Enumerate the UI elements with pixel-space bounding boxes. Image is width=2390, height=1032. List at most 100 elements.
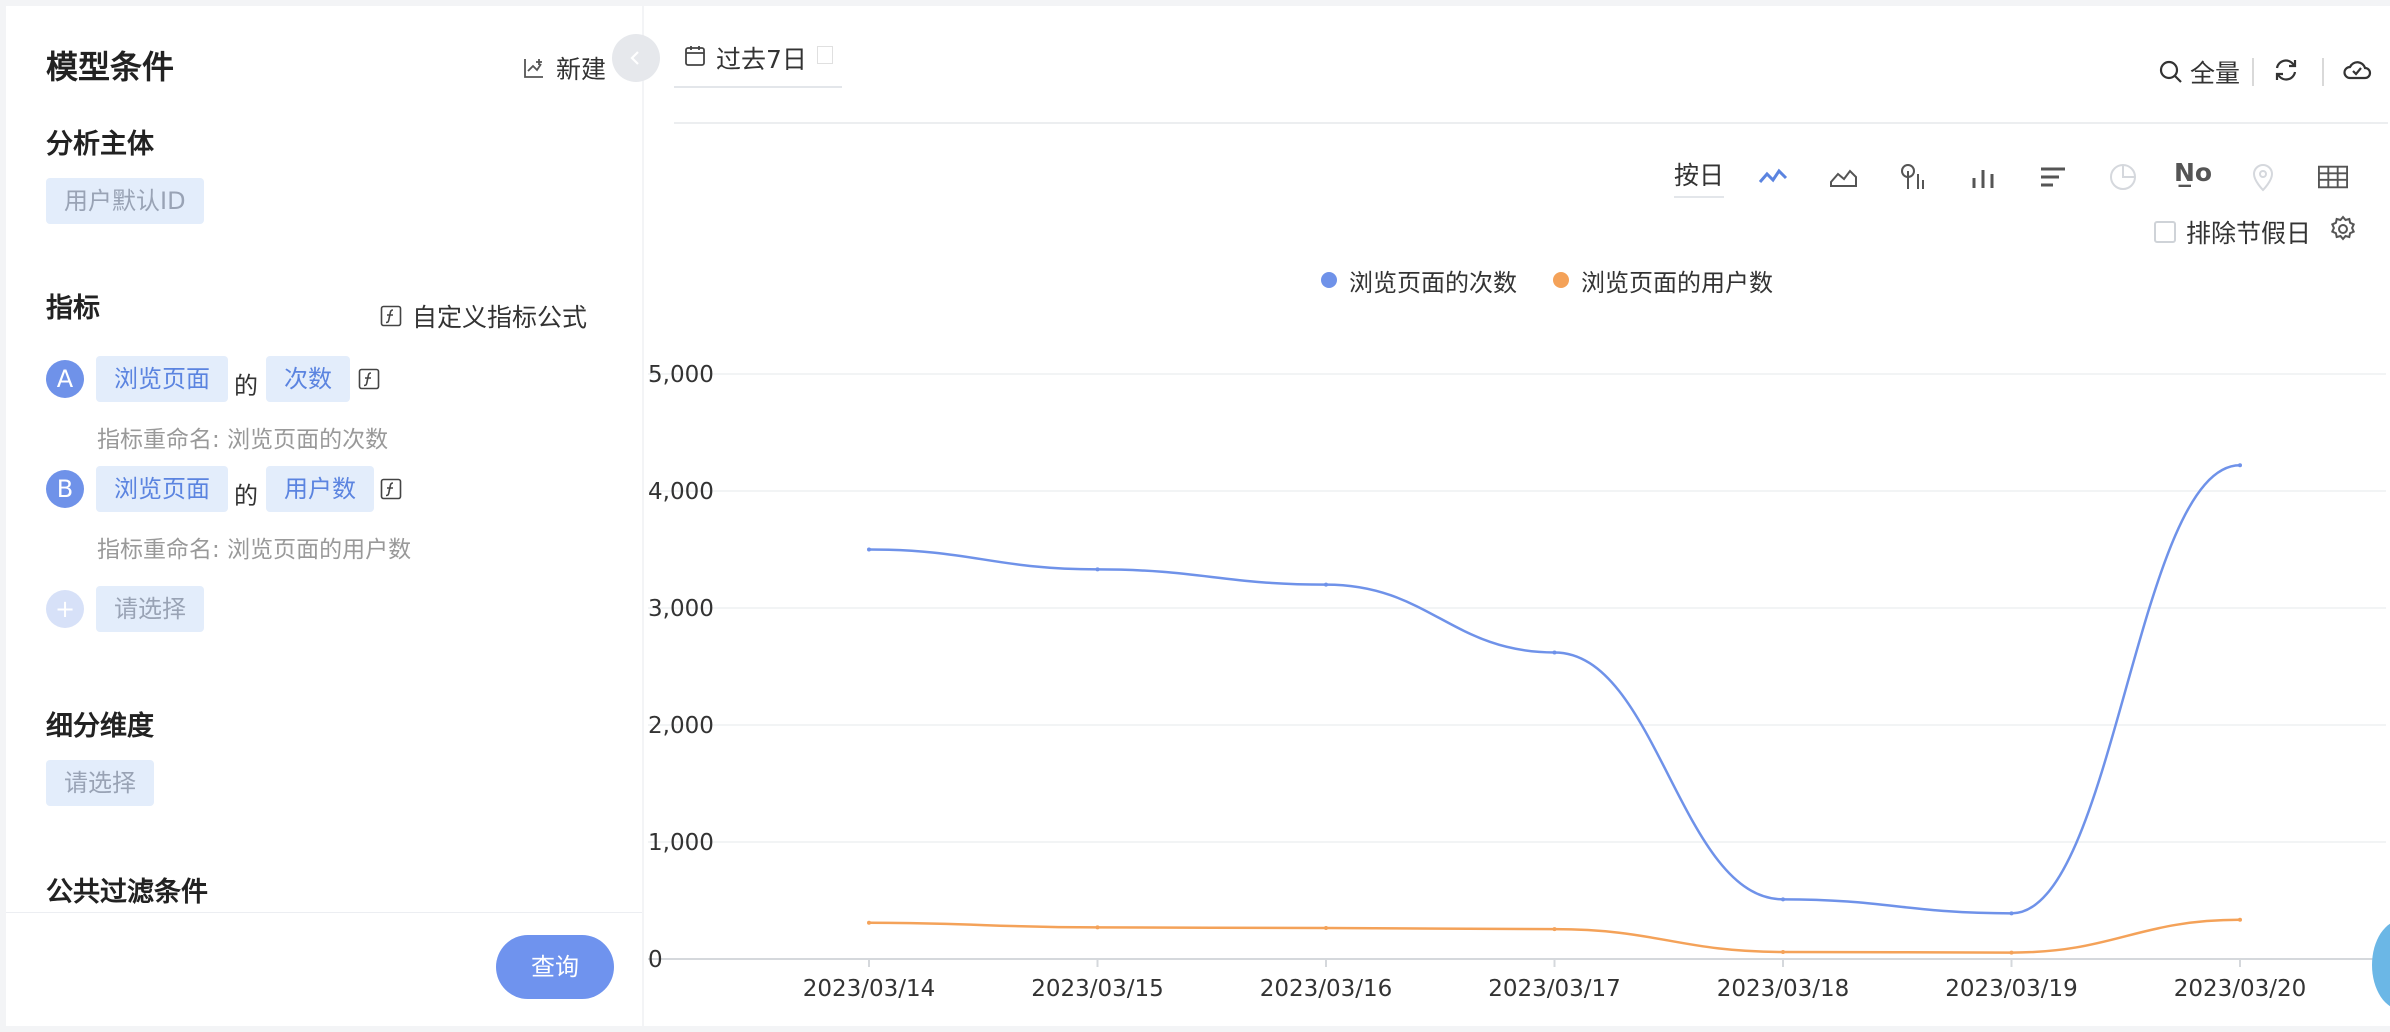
gear-icon[interactable] xyxy=(2328,214,2358,244)
data-point xyxy=(1781,897,1785,902)
chart-legend: 浏览页面的次数 浏览页面的用户数 xyxy=(644,260,2390,300)
metric-b-event-select[interactable]: 浏览页面 xyxy=(96,466,228,512)
full-data-button[interactable]: 全量 xyxy=(2158,54,2240,90)
search-icon xyxy=(2159,60,2182,83)
toolbar-divider xyxy=(2322,58,2324,86)
legend-item-series-2[interactable]: 浏览页面的用户数 xyxy=(1553,260,1773,300)
subject-section-title: 分析主体 xyxy=(46,129,154,160)
x-tick-label: 2023/03/19 xyxy=(1945,976,2078,1002)
metric-b-rename-value: 浏览页面的用户数 xyxy=(227,537,412,563)
y-tick-label: 4,000 xyxy=(648,479,714,505)
y-tick-label: 5,000 xyxy=(648,362,714,388)
query-button[interactable]: 查询 xyxy=(496,935,614,999)
data-point xyxy=(2238,463,2242,468)
data-point xyxy=(1324,925,1328,930)
series-line-2 xyxy=(868,918,2241,954)
metric-b-badge: B xyxy=(46,470,84,508)
new-button-label: 新建 xyxy=(556,55,607,84)
y-tick-label: 2,000 xyxy=(648,713,714,739)
data-point xyxy=(1095,925,1100,930)
funnel-icon[interactable] xyxy=(1898,162,1928,192)
custom-formula-button[interactable]: 自定义指标公式 xyxy=(380,298,587,334)
x-tick-label: 2023/03/17 xyxy=(1488,976,1621,1002)
plus-icon: + xyxy=(54,595,76,623)
metric-a-of-text: 的 xyxy=(234,372,258,400)
table-icon[interactable] xyxy=(2318,162,2348,192)
chart-type-bar: 按日 N̲o xyxy=(644,156,2390,206)
y-tick-label: 3,000 xyxy=(648,596,714,622)
refresh-icon[interactable] xyxy=(2272,56,2300,84)
pie-chart-icon[interactable] xyxy=(2108,162,2138,192)
model-conditions-panel: 模型条件 新建 分析主体 用户默认ID 指标 自定义指标公式 A 浏览页面 的 … xyxy=(6,6,642,1026)
add-metric-select[interactable]: 请选择 xyxy=(96,586,204,632)
x-tick-label: 2023/03/20 xyxy=(2174,976,2307,1002)
new-chart-icon xyxy=(524,59,543,78)
x-tick-label: 2023/03/18 xyxy=(1717,976,1850,1002)
new-button[interactable]: 新建 xyxy=(522,50,606,86)
data-point xyxy=(1552,650,1557,655)
clear-date-icon[interactable] xyxy=(816,46,833,64)
series-line-1 xyxy=(868,464,2241,915)
filter-section-title: 公共过滤条件 xyxy=(46,877,208,908)
chevron-left-icon xyxy=(630,51,639,65)
x-tick-label: 2023/03/16 xyxy=(1260,976,1393,1002)
data-point xyxy=(2009,911,2014,916)
data-point xyxy=(2238,917,2242,922)
date-range-label: 过去7日 xyxy=(716,45,807,74)
metric-a-event-select[interactable]: 浏览页面 xyxy=(96,356,228,402)
metric-b-formula-icon[interactable] xyxy=(380,478,402,500)
top-toolbar: 全量 xyxy=(2150,54,2390,94)
full-data-label: 全量 xyxy=(2190,59,2241,88)
data-point xyxy=(1095,567,1100,572)
app-root: 模型条件 新建 分析主体 用户默认ID 指标 自定义指标公式 A 浏览页面 的 … xyxy=(0,0,2390,1032)
breakdown-section-title: 细分维度 xyxy=(46,711,154,742)
metric-a-rename[interactable]: 指标重命名: 浏览页面的次数 xyxy=(97,420,388,454)
granularity-select[interactable]: 按日 xyxy=(1674,156,1725,198)
metric-a-formula-icon[interactable] xyxy=(358,368,380,390)
data-point xyxy=(1552,927,1557,932)
calendar-icon xyxy=(685,46,705,66)
y-tick-label: 0 xyxy=(648,947,663,973)
data-point xyxy=(2009,950,2014,955)
metric-b-rename-label: 指标重命名: xyxy=(97,537,220,563)
legend-label: 浏览页面的用户数 xyxy=(1581,268,1773,297)
breakdown-select[interactable]: 请选择 xyxy=(46,760,154,806)
legend-item-series-1[interactable]: 浏览页面的次数 xyxy=(1321,260,1517,300)
cloud-save-icon[interactable] xyxy=(2342,56,2372,84)
metric-a-measure-select[interactable]: 次数 xyxy=(266,356,350,402)
line-chart: 0 1,000 2,000 3,000 4,000 5,000 2023/03/14 2023… xyxy=(648,362,2386,1002)
exclude-holidays-toggle[interactable]: 排除节假日 xyxy=(2154,214,2311,250)
custom-formula-label: 自定义指标公式 xyxy=(412,303,588,332)
data-point xyxy=(867,547,871,552)
exclude-holidays-checkbox[interactable] xyxy=(2154,221,2176,243)
analysis-panel: 过去7日 全量 按日 N̲o 排除节假日 浏览页面的次数 浏览页面的用户数 0 … xyxy=(644,6,2390,1026)
metric-b-rename[interactable]: 指标重命名: 浏览页面的用户数 xyxy=(97,530,411,564)
add-metric-button[interactable]: + xyxy=(46,590,84,628)
area-chart-icon[interactable] xyxy=(1828,162,1858,192)
line-chart-icon[interactable] xyxy=(1758,162,1788,192)
legend-label: 浏览页面的次数 xyxy=(1349,268,1517,297)
toolbar-separator xyxy=(674,122,2388,124)
formula-icon xyxy=(380,305,402,327)
metric-b-measure-select[interactable]: 用户数 xyxy=(266,466,374,512)
conditions-scroll-area[interactable]: 模型条件 新建 分析主体 用户默认ID 指标 自定义指标公式 A 浏览页面 的 … xyxy=(6,6,642,912)
metric-a-badge: A xyxy=(46,360,84,398)
map-pin-icon[interactable] xyxy=(2248,162,2278,192)
y-tick-label: 1,000 xyxy=(648,830,714,856)
collapse-panel-button[interactable] xyxy=(612,34,660,82)
subject-select[interactable]: 用户默认ID xyxy=(46,178,204,224)
metric-a-rename-value: 浏览页面的次数 xyxy=(227,427,389,453)
horizontal-bar-icon[interactable] xyxy=(2038,162,2068,192)
legend-dot xyxy=(1553,272,1569,288)
panel-footer: 查询 xyxy=(6,912,642,1026)
number-icon[interactable]: N̲o xyxy=(2174,158,2214,188)
x-tick-label: 2023/03/15 xyxy=(1031,976,1164,1002)
panel-title: 模型条件 xyxy=(46,48,175,86)
legend-dot xyxy=(1321,272,1337,288)
exclude-holidays-label: 排除节假日 xyxy=(2186,219,2312,248)
bar-chart-icon[interactable] xyxy=(1968,162,1998,192)
metrics-section-title: 指标 xyxy=(46,293,100,324)
x-tick-label: 2023/03/14 xyxy=(803,976,936,1002)
date-range-picker[interactable]: 过去7日 xyxy=(674,40,842,88)
toolbar-divider xyxy=(2252,58,2254,86)
